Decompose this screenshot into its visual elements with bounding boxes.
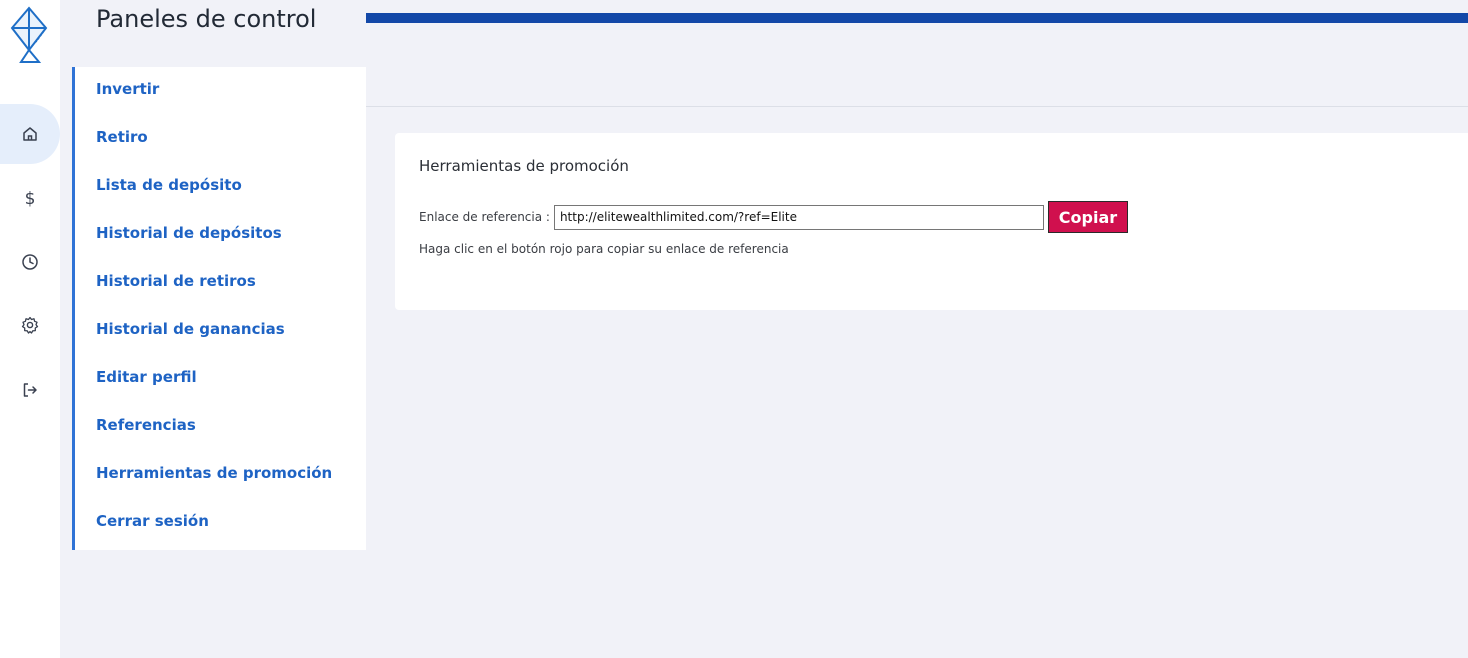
history-button[interactable] [0,232,60,292]
promotion-card: Herramientas de promoción Enlace de refe… [395,133,1468,310]
icon-rail: $ [0,0,60,658]
card-title: Herramientas de promoción [419,157,629,175]
copy-button[interactable]: Copiar [1047,201,1128,233]
sidebar-item-herramientas-promocion[interactable]: Herramientas de promoción [96,464,332,488]
home-button[interactable] [0,104,60,164]
sidebar-item-referencias[interactable]: Referencias [96,416,196,440]
sidebar-item-historial-ganancias[interactable]: Historial de ganancias [96,320,285,344]
sidebar: Paneles de control Invertir Retiro Lista… [72,0,366,658]
sidebar-title: Paneles de control [96,5,317,33]
gear-icon [21,316,39,334]
sidebar-item-editar-perfil[interactable]: Editar perfil [96,368,197,392]
referral-label: Enlace de referencia : [419,210,550,224]
referral-link-input[interactable] [553,204,1044,230]
sidebar-menu: Invertir Retiro Lista de depósito Histor… [72,67,358,550]
sidebar-item-historial-retiros[interactable]: Historial de retiros [96,272,256,296]
sidebar-item-retiro[interactable]: Retiro [96,128,148,152]
settings-button[interactable] [0,295,60,355]
referral-row: Enlace de referencia : Copiar [419,201,1128,233]
dollar-button[interactable]: $ [0,169,60,229]
sidebar-item-lista-deposito[interactable]: Lista de depósito [96,176,242,200]
home-icon [23,127,37,141]
sidebar-item-invertir[interactable]: Invertir [96,80,159,104]
sidebar-item-cerrar-sesion[interactable]: Cerrar sesión [96,512,209,536]
header-divider [366,106,1468,107]
logout-button[interactable] [0,360,60,420]
referral-help-text: Haga clic en el botón rojo para copiar s… [419,242,789,256]
kite-logo-icon[interactable] [8,6,50,64]
dollar-icon: $ [24,189,36,209]
top-accent-bar [366,13,1468,23]
menu-edge [358,67,366,550]
clock-icon [22,254,38,270]
sidebar-item-historial-depositos[interactable]: Historial de depósitos [96,224,282,248]
logout-icon [23,383,37,397]
